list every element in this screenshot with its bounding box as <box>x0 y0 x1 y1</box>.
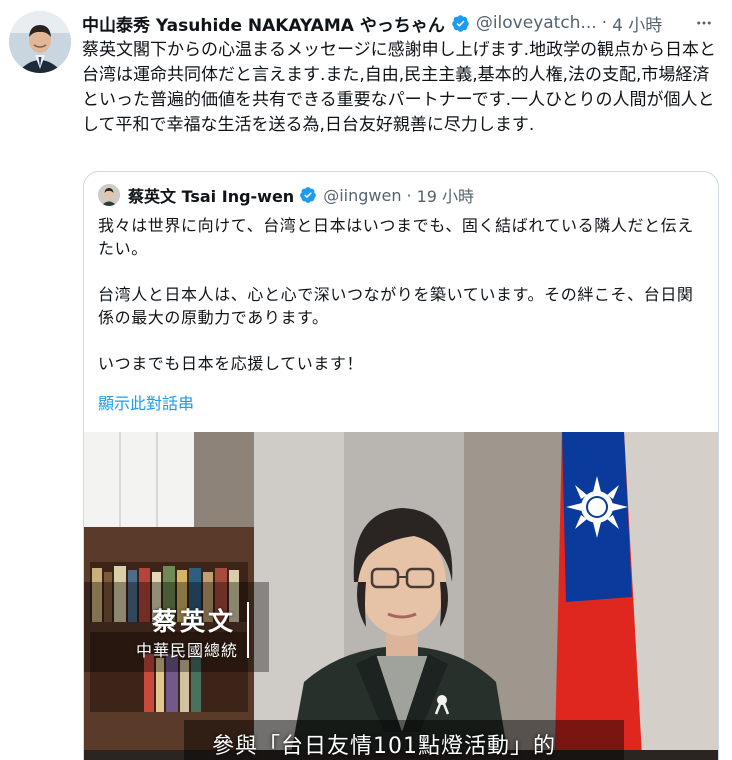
more-options-icon <box>697 21 711 25</box>
author-handle[interactable]: @iloveyatch... <box>476 13 597 33</box>
verified-badge-icon <box>300 187 317 203</box>
quoted-author-avatar-image <box>98 184 120 206</box>
tweet-header: 中山泰秀 Yasuhide NAKAYAMA やっちゃん @iloveyatch… <box>82 10 722 36</box>
video-caption-name: 蔡英文 <box>152 607 237 636</box>
quoted-tweet-timestamp: 19 小時 <box>416 187 475 206</box>
quoted-author-display-name: 蔡英文 Tsai Ing-wen <box>128 187 295 206</box>
more-options-button[interactable] <box>692 11 716 35</box>
tweet-body-text: 蔡英文閣下からの心温まるメッセージに感謝申し上げます.地政学の観点から日本と台湾… <box>82 40 717 135</box>
author-avatar[interactable] <box>9 11 71 73</box>
video-frame-illustration <box>84 432 718 760</box>
author-display-name[interactable]: 中山泰秀 Yasuhide NAKAYAMA やっちゃん <box>82 11 445 36</box>
video-subtitle: 參與「台日友情101點燈活動」的 <box>212 734 556 759</box>
video-caption-divider <box>247 602 249 658</box>
quoted-tweet-body-text: 我々は世界に向けて、台湾と日本はいつまでも、固く結ばれている隣人だと伝えたい。 … <box>98 216 694 373</box>
author-avatar-image <box>9 11 71 73</box>
tweet-timestamp[interactable]: 4 小時 <box>612 11 662 36</box>
quoted-tweet-header: 蔡英文 Tsai Ing-wen @iingwen · 19 小時 <box>98 183 474 207</box>
show-thread-link[interactable]: 顯示此對話串 <box>98 390 194 414</box>
video-caption-role: 中華民國總統 <box>136 641 239 660</box>
header-separator: · <box>601 13 608 33</box>
quoted-author-avatar <box>98 184 120 206</box>
quoted-tweet-card[interactable]: 蔡英文 Tsai Ing-wen @iingwen · 19 小時 我々は世界に… <box>83 171 719 760</box>
verified-badge-icon <box>452 14 469 32</box>
quoted-author-handle: @iingwen <box>323 185 402 205</box>
quoted-header-separator: · <box>406 185 412 205</box>
video-thumbnail[interactable]: 蔡英文 中華民國總統 參與「台日友情101點燈活動」的 <box>84 432 718 760</box>
